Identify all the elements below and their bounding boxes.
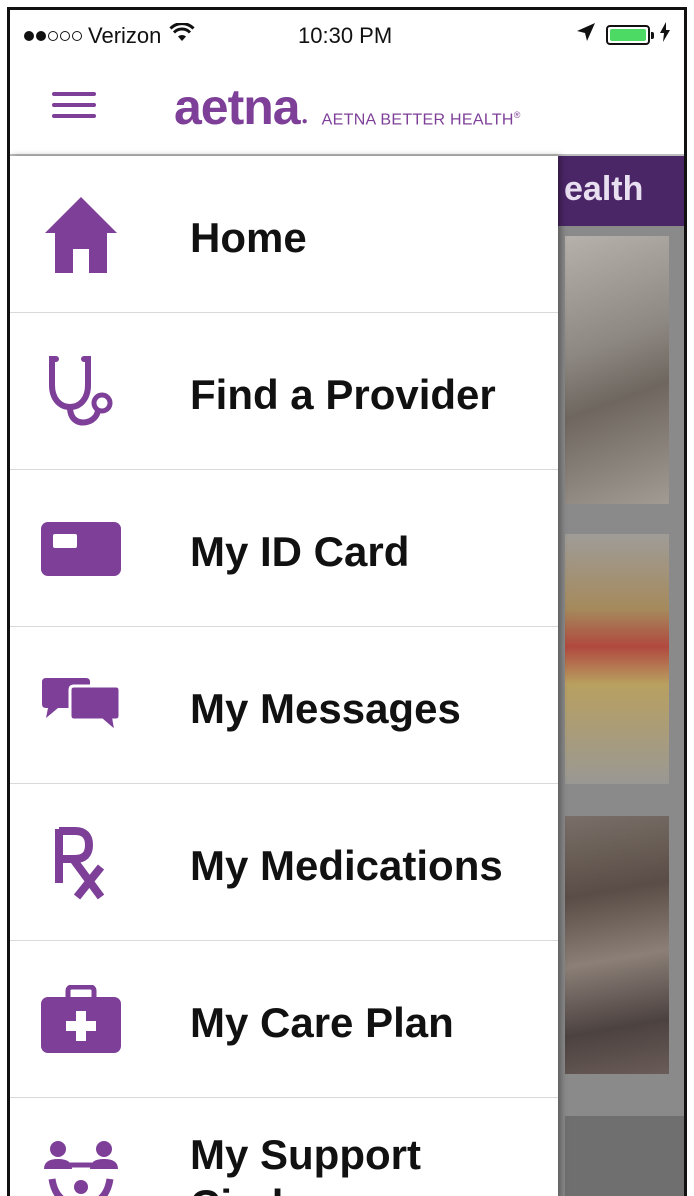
battery-icon	[606, 25, 654, 45]
navigation-drawer: Home Find a Provider My ID Card My Messa…	[10, 156, 558, 1196]
menu-item-label: My Medications	[190, 842, 503, 889]
background-footer	[565, 1116, 684, 1196]
hamburger-menu-icon[interactable]	[52, 92, 96, 122]
background-photo-doctor	[565, 236, 669, 504]
logo-trademark: ●	[301, 116, 308, 127]
medical-kit-icon	[38, 977, 124, 1063]
home-icon	[38, 192, 124, 278]
rx-icon	[38, 820, 124, 906]
menu-item-my-medications[interactable]: My Medications	[10, 784, 558, 941]
menu-item-my-care-plan[interactable]: My Care Plan	[10, 941, 558, 1098]
charging-bolt-icon	[660, 22, 670, 48]
menu-item-my-id-card[interactable]: My ID Card	[10, 470, 558, 627]
wifi-icon	[169, 22, 195, 49]
background-banner-text: ealth	[564, 170, 644, 208]
stethoscope-icon	[38, 349, 124, 435]
menu-item-home[interactable]: Home	[10, 156, 558, 313]
aetna-logo: aetna ● AETNA BETTER HEALTH®	[174, 78, 521, 136]
support-circle-icon	[38, 1134, 124, 1196]
menu-item-my-messages[interactable]: My Messages	[10, 627, 558, 784]
menu-item-label: My Care Plan	[190, 999, 454, 1046]
menu-item-label: Find a Provider	[190, 371, 496, 418]
menu-item-label-line1: My Support	[190, 1131, 421, 1178]
menu-item-label: Home	[190, 214, 307, 261]
device-screen: Verizon 10:30 PM aetna ● AETNA BETTER HE…	[7, 7, 687, 1196]
background-photo-medications	[565, 534, 669, 784]
status-left: Verizon	[24, 22, 195, 49]
menu-item-my-support-circle[interactable]: My Support Circle	[10, 1098, 558, 1196]
status-bar: Verizon 10:30 PM	[10, 10, 684, 58]
logo-wordmark: aetna	[174, 79, 301, 135]
location-arrow-icon	[576, 22, 596, 48]
clock: 10:30 PM	[298, 23, 393, 48]
id-card-icon	[38, 506, 124, 592]
menu-item-label: My Support Circle	[190, 1130, 421, 1196]
background-photo-care	[565, 816, 669, 1074]
messages-icon	[38, 663, 124, 749]
menu-item-find-a-provider[interactable]: Find a Provider	[10, 313, 558, 470]
menu-item-label-line2: Circle	[190, 1180, 421, 1196]
menu-item-label: My Messages	[190, 685, 461, 732]
app-header: aetna ● AETNA BETTER HEALTH®	[10, 58, 684, 156]
carrier-name: Verizon	[88, 23, 162, 48]
menu-item-label: My ID Card	[190, 528, 410, 575]
status-right	[576, 22, 670, 48]
logo-subtitle: AETNA BETTER HEALTH®	[321, 109, 521, 128]
signal-strength-icon	[24, 31, 82, 41]
